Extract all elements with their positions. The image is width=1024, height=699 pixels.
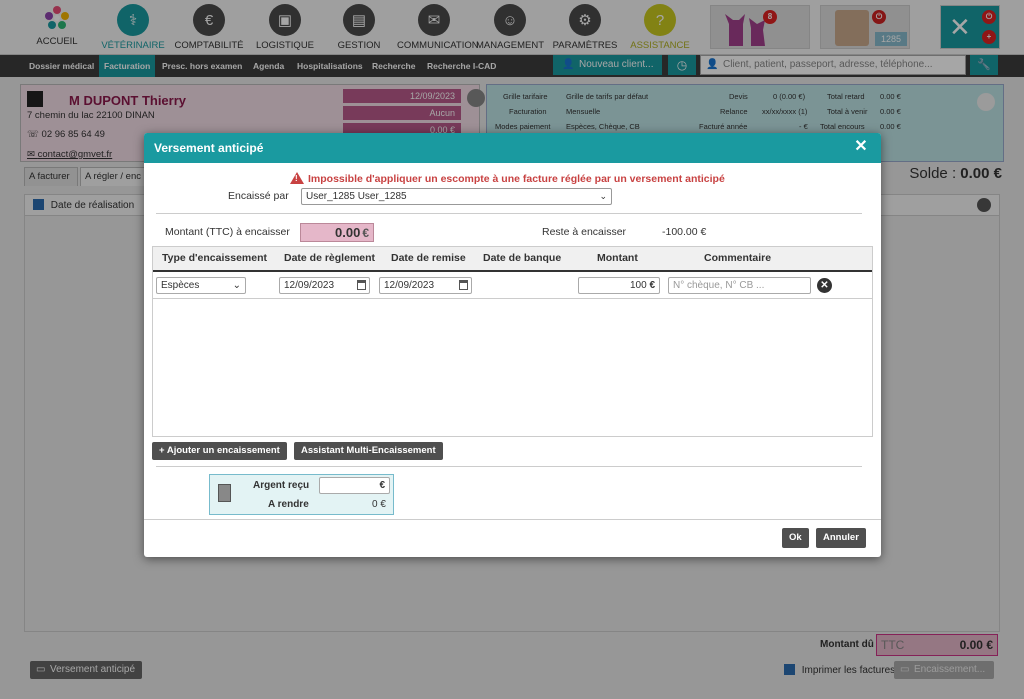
col-montant: Montant (597, 252, 638, 264)
table-row: Espèces ⌄ 12/09/2023 12/09/2023 100 € N°… (153, 273, 872, 299)
encaisse-par-label: Encaissé par (228, 190, 289, 202)
warning-text: Impossible d'appliquer un escompte à une… (308, 173, 725, 185)
warning-icon (290, 172, 304, 184)
add-encaissement-button[interactable]: + Ajouter un encaissement (152, 442, 287, 460)
col-date-reglement: Date de règlement (284, 252, 376, 264)
plus-icon: + (159, 445, 165, 456)
currency-symbol: € (362, 226, 369, 240)
encaisse-par-select[interactable]: User_1285 User_1285 ⌄ (301, 188, 612, 205)
currency-symbol: € (649, 280, 655, 291)
col-commentaire: Commentaire (704, 252, 772, 264)
montant-row-input[interactable]: 100 € (578, 277, 660, 294)
divider (156, 466, 862, 467)
montant-row-value: 100 (629, 280, 647, 291)
commentaire-placeholder: N° chèque, N° CB ... (673, 280, 765, 291)
date-reglement-input[interactable]: 12/09/2023 (279, 277, 370, 294)
argent-recu-input[interactable]: € (319, 477, 390, 494)
col-date-banque: Date de banque (483, 252, 562, 264)
chevron-down-icon: ⌄ (599, 191, 607, 201)
chevron-down-icon: ⌄ (232, 280, 241, 291)
divider (156, 213, 862, 214)
col-date-remise: Date de remise (391, 252, 466, 264)
montant-label: Montant (TTC) à encaisser (165, 226, 290, 238)
reste-value: -100.00 € (662, 226, 707, 238)
date-remise-value: 12/09/2023 (384, 280, 435, 291)
multi-encaissement-button[interactable]: Assistant Multi-Encaissement (294, 442, 443, 460)
date-remise-input[interactable]: 12/09/2023 (379, 277, 472, 294)
calculator-icon (218, 484, 231, 502)
encaissement-table: Type d'encaissement Date de règlement Da… (152, 246, 873, 437)
montant-input[interactable]: 0.00 € (300, 223, 374, 242)
table-header: Type d'encaissement Date de règlement Da… (153, 247, 872, 272)
cash-panel: Argent reçu € A rendre 0 € (209, 474, 394, 515)
modal-footer-divider (144, 519, 881, 520)
cancel-button[interactable]: Annuler (816, 528, 866, 548)
a-rendre-value: 0 € (372, 499, 386, 510)
reste-label: Reste à encaisser (542, 226, 627, 238)
close-icon[interactable]: ✕ (853, 139, 869, 155)
versement-modal: Versement anticipé ✕ Impossible d'appliq… (144, 133, 881, 557)
add-encaissement-label: Ajouter un encaissement (166, 445, 280, 456)
remove-row-icon[interactable]: ✕ (817, 278, 832, 293)
a-rendre-label: A rendre (268, 499, 309, 510)
calendar-icon[interactable] (357, 280, 366, 290)
commentaire-input[interactable]: N° chèque, N° CB ... (668, 277, 811, 294)
type-select[interactable]: Espèces ⌄ (156, 277, 246, 294)
montant-value: 0.00 (335, 225, 361, 240)
argent-recu-label: Argent reçu (253, 480, 310, 491)
date-reglement-value: 12/09/2023 (284, 280, 335, 291)
col-type: Type d'encaissement (162, 252, 268, 264)
currency-symbol: € (379, 480, 385, 491)
calendar-icon[interactable] (459, 280, 468, 290)
ok-button[interactable]: Ok (782, 528, 809, 548)
type-value: Espèces (161, 280, 200, 291)
modal-title: Versement anticipé (144, 133, 881, 163)
encaisse-par-value: User_1285 User_1285 (306, 191, 407, 202)
warning-message: Impossible d'appliquer un escompte à une… (290, 172, 725, 185)
